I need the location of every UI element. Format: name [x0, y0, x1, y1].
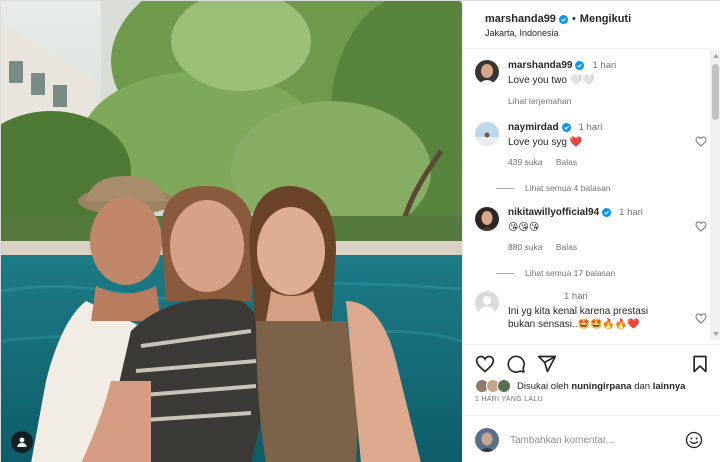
reply-button[interactable]: Balas	[556, 242, 577, 252]
verified-badge-icon	[561, 123, 571, 132]
location-link[interactable]: Jakarta, Indonesia	[485, 28, 559, 38]
avatar[interactable]	[475, 122, 499, 146]
comment-line: nikitawillyofficial94 1 hari	[508, 207, 703, 218]
header-separator: •	[571, 13, 576, 25]
liked-by-user[interactable]: nuningirpana	[571, 381, 631, 392]
verified-badge-icon	[602, 208, 612, 217]
reply-button[interactable]: Balas	[556, 157, 577, 167]
add-comment-bar	[463, 415, 720, 462]
action-bar	[463, 344, 720, 380]
default-avatar-icon	[475, 291, 499, 315]
comment-line: 1 hari	[508, 291, 703, 302]
comment-item: naymirdad 1 hari Love you syg ❤️ 439 suk…	[475, 122, 707, 178]
post-header: marshanda99 • Mengikuti Jakarta, Indones…	[463, 1, 720, 49]
comment-body: 1 hari Ini yg kita kenal karena prestasi…	[508, 291, 703, 331]
comments-scrollbar[interactable]	[710, 50, 720, 340]
bookmark-icon[interactable]	[690, 354, 710, 374]
header-username[interactable]: marshanda99	[485, 13, 556, 25]
comment-body: naymirdad 1 hari Love you syg ❤️ 439 suk…	[508, 122, 703, 167]
liked-by-avatars	[475, 379, 513, 393]
post-photo[interactable]	[1, 1, 462, 462]
avatar[interactable]	[475, 291, 499, 315]
comments-list[interactable]: marshanda99 1 hari Love you two 🤍🤍 Lihat…	[463, 50, 720, 340]
comment-body: nikitawillyofficial94 1 hari 😘😘😘 880 suk…	[508, 207, 703, 252]
avatar[interactable]	[475, 60, 499, 84]
avatar[interactable]	[475, 207, 499, 231]
post-side-panel: marshanda99 • Mengikuti Jakarta, Indones…	[462, 1, 720, 462]
like-comment-heart-icon[interactable]	[695, 221, 707, 232]
comment-line: naymirdad 1 hari	[508, 122, 703, 133]
avatar-image	[475, 428, 499, 452]
caption-text: Love you two 🤍🤍	[508, 75, 595, 86]
scroll-thumb[interactable]	[712, 64, 719, 120]
caption-username[interactable]: marshanda99	[508, 60, 572, 71]
caption-item: marshanda99 1 hari Love you two 🤍🤍 Lihat…	[475, 60, 707, 110]
emoji-icon[interactable]	[685, 431, 703, 449]
replies-divider	[496, 187, 514, 189]
current-user-avatar	[475, 428, 499, 452]
verified-badge-icon	[575, 61, 585, 70]
caption-line: marshanda99 1 hari	[508, 60, 703, 71]
selfie-image	[1, 1, 462, 462]
liked-avatar	[497, 379, 511, 393]
comment-icon[interactable]	[506, 354, 526, 374]
avatar-image	[475, 207, 499, 231]
avatar-image	[475, 122, 499, 146]
avatar-image	[475, 60, 499, 84]
comment-username[interactable]: naymirdad	[508, 122, 559, 133]
verified-badge-icon	[558, 14, 568, 24]
like-comment-heart-icon[interactable]	[695, 313, 707, 324]
tagged-users-button[interactable]	[11, 431, 33, 453]
liked-by-prefix: Disukai oleh	[517, 380, 569, 392]
share-icon[interactable]	[537, 354, 557, 374]
comment-time[interactable]: 1 hari	[579, 122, 603, 133]
comment-item: nikitawillyofficial94 1 hari 😘😘😘 880 suk…	[475, 207, 707, 263]
comment-text: Love you syg ❤️	[508, 137, 583, 148]
comment-item: 1 hari Ini yg kita kenal karena prestasi…	[475, 291, 707, 337]
replies-divider	[496, 272, 514, 274]
comment-time[interactable]: 1 hari	[619, 207, 643, 218]
view-replies-button[interactable]: Lihat semua 17 balasan	[496, 268, 615, 278]
like-comment-heart-icon[interactable]	[695, 136, 707, 147]
heart-icon[interactable]	[475, 354, 495, 374]
scroll-down-arrow-icon[interactable]	[713, 332, 719, 336]
caption-body: marshanda99 1 hari Love you two 🤍🤍 Lihat…	[508, 60, 703, 106]
comment-meta: 880 suka Balas	[508, 242, 703, 252]
following-button[interactable]: Mengikuti	[580, 13, 631, 25]
comment-username[interactable]: nikitawillyofficial94	[508, 207, 599, 218]
view-replies-label[interactable]: Lihat semua 17 balasan	[525, 268, 615, 278]
post-date[interactable]: 1 HARI YANG LALU	[475, 396, 543, 403]
comment-meta: 439 suka Balas	[508, 157, 703, 167]
liked-by-middle: dan	[634, 380, 651, 392]
comment-text: 😘😘😘	[508, 222, 540, 233]
person-icon	[17, 437, 27, 447]
view-replies-label[interactable]: Lihat semua 4 balasan	[525, 183, 611, 193]
liked-by-row[interactable]: Disukai oleh nuningirpana dan lainnya	[475, 379, 685, 393]
comment-text: Ini yg kita kenal karena prestasi bukan …	[508, 306, 649, 330]
comment-input[interactable]	[510, 432, 670, 448]
comment-time[interactable]: 1 hari	[564, 291, 588, 302]
caption-time[interactable]: 1 hari	[592, 60, 616, 71]
header-row: marshanda99 • Mengikuti	[485, 13, 631, 25]
comment-likes[interactable]: 439 suka	[508, 157, 543, 167]
translate-link[interactable]: Lihat terjemahan	[508, 96, 703, 106]
liked-by-others[interactable]: lainnya	[653, 381, 686, 392]
instagram-post-modal: marshanda99 • Mengikuti Jakarta, Indones…	[0, 0, 720, 462]
view-replies-button[interactable]: Lihat semua 4 balasan	[496, 183, 611, 193]
comment-likes[interactable]: 880 suka	[508, 242, 543, 252]
scroll-up-arrow-icon[interactable]	[713, 54, 719, 58]
